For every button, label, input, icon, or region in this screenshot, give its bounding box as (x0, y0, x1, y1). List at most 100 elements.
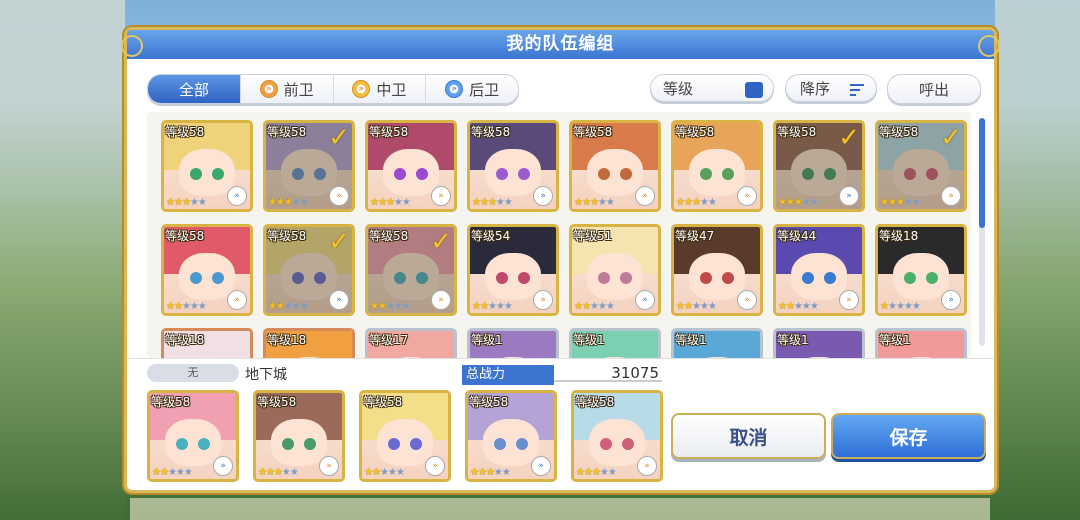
roster-character-card[interactable]: 等级1★★★★★» (569, 328, 661, 358)
star-icon: ★ (676, 301, 685, 312)
level-label: 等级18 (267, 333, 307, 347)
roster-character-card[interactable]: 等级58 ★★★★★» (365, 120, 457, 212)
roster-character-card[interactable]: 等级18★★★★★» (263, 328, 355, 358)
star-icon: ★ (385, 197, 395, 208)
cancel-button[interactable]: 取消 (671, 413, 826, 459)
level-label: 等级58 (165, 125, 205, 139)
roster-character-card[interactable]: 等级58 ★★★★★» (467, 120, 559, 212)
roster-character-card[interactable]: 等级58 ★★★★★» ✓ (263, 224, 355, 316)
portrait-eye (198, 437, 211, 450)
team-member-card[interactable]: 等级58 ★★★★★» (147, 390, 239, 482)
tab-front[interactable]: » 前卫 (240, 75, 334, 103)
tab-middle[interactable]: » 中卫 (333, 75, 427, 103)
roster-character-card[interactable]: 等级58 ★★★★★» ✓ (875, 120, 967, 212)
position-icon: » (637, 456, 657, 476)
star-rating: ★★★★★ (472, 301, 513, 312)
portrait-eye (903, 271, 916, 284)
star-rating: ★★★★★ (574, 197, 615, 208)
roster-character-card[interactable]: 等级1★★★★★» (671, 328, 763, 358)
roster-character-card[interactable]: 等级18★★★★★» (875, 224, 967, 316)
star-icon: ★ (778, 197, 787, 208)
star-icon: ★ (676, 197, 685, 208)
team-member-card[interactable]: 等级58 ★★★★★» (571, 390, 663, 482)
character-roster-grid[interactable]: 等级58 ★★★★★» 等级58 ★★★★★» ✓ 等级58 ★★★★★» 等级58 ★★★★★… (147, 112, 971, 358)
roster-character-card[interactable]: 等级17★★★★★» (365, 328, 457, 358)
star-icon: ★ (911, 197, 921, 208)
divider (127, 358, 994, 359)
roster-scroll-thumb[interactable] (979, 118, 985, 228)
position-icon: » (213, 456, 233, 476)
star-rating: ★★★★★ (472, 197, 513, 208)
star-icon: ★ (173, 197, 183, 208)
star-icon: ★ (574, 197, 583, 208)
roster-character-card[interactable]: 等级1★★★★★» (773, 328, 865, 358)
roster-character-card[interactable]: 等级44 ★★★★★» (773, 224, 865, 316)
star-icon: ★ (167, 467, 177, 478)
star-icon: ★ (385, 301, 395, 312)
portrait-eye (189, 167, 202, 180)
star-icon: ★ (370, 301, 379, 312)
level-label: 等级1 (675, 333, 707, 347)
background-left-panel (0, 0, 125, 520)
star-rating: ★★★★★ (576, 467, 617, 478)
star-icon: ★ (903, 197, 913, 208)
save-button[interactable]: 保存 (831, 413, 986, 459)
star-icon: ★ (291, 197, 301, 208)
position-icon: » (319, 456, 339, 476)
roster-scrollbar[interactable] (979, 118, 985, 346)
roster-character-card[interactable]: 等级58 ★★★★★» ✓ (773, 120, 865, 212)
roster-character-card[interactable]: 等级58 ★★★★★» (161, 120, 253, 212)
star-icon: ★ (809, 301, 819, 312)
level-label: 等级58 (267, 125, 307, 139)
team-member-card[interactable]: 等级58 ★★★★★ » (359, 390, 451, 482)
position-icon: » (431, 186, 451, 206)
level-label: 等级54 (471, 229, 511, 243)
star-icon: ★ (401, 301, 411, 312)
star-icon: ★ (258, 467, 267, 478)
position-icon: » (941, 290, 961, 310)
roster-character-card[interactable]: 等级58 ★★★★★» ✓ (365, 224, 457, 316)
portrait-eye (722, 271, 735, 284)
star-icon: ★ (175, 467, 185, 478)
star-icon: ★ (487, 197, 497, 208)
roster-character-card[interactable]: 等级1★★★★★» (467, 328, 559, 358)
roster-character-card[interactable]: 等级18★★★★★» (161, 328, 253, 358)
roster-character-card[interactable]: 等级47 ★★★★★» (671, 224, 763, 316)
star-icon: ★ (197, 197, 207, 208)
star-icon: ★ (479, 197, 489, 208)
star-icon: ★ (479, 301, 489, 312)
tab-back[interactable]: » 后卫 (426, 75, 518, 103)
star-rating: ★★★★★ (778, 197, 819, 208)
portrait-face (791, 252, 847, 301)
level-label: 等级17 (369, 333, 409, 347)
level-label: 等级58 (363, 395, 403, 409)
call-button[interactable]: 呼出 (887, 74, 981, 104)
sort-level-label: 等级 (663, 79, 694, 98)
roster-character-card[interactable]: 等级1★★★★★» (875, 328, 967, 358)
roster-character-card[interactable]: 等级58 ★★★★★» (161, 224, 253, 316)
roster-character-card[interactable]: 等级58 ★★★★★» ✓ (263, 120, 355, 212)
star-icon: ★ (281, 467, 291, 478)
position-icon: » (425, 456, 445, 476)
star-icon: ★ (472, 301, 481, 312)
portrait-face (165, 418, 221, 467)
roster-character-card[interactable]: 等级54 ★★★★★» (467, 224, 559, 316)
roster-character-card[interactable]: 等级58 ★★★★★» (671, 120, 763, 212)
position-icon: » (737, 186, 757, 206)
team-member-card[interactable]: 等级58 ★★★★★» (253, 390, 345, 482)
team-member-card[interactable]: 等级58 ★★★★★» (465, 390, 557, 482)
level-label: 等级58 (165, 229, 205, 243)
star-rating: ★★★★★ (364, 467, 405, 478)
roster-character-card[interactable]: 等级58 ★★★★★» (569, 120, 661, 212)
level-label: 等级1 (777, 333, 809, 347)
star-rating: ★★★★★ (370, 301, 411, 312)
star-rating: ★★★★★ (676, 301, 717, 312)
sort-order-button[interactable]: 降序 (785, 74, 877, 102)
tab-all[interactable]: 全部 (148, 75, 241, 103)
roster-character-card[interactable]: 等级51 ★★★★★» (569, 224, 661, 316)
sort-level-button[interactable]: 等级 (650, 74, 774, 102)
portrait-eye (493, 437, 506, 450)
star-icon: ★ (485, 467, 495, 478)
middle-role-icon: » (352, 80, 371, 98)
star-icon: ★ (597, 301, 607, 312)
